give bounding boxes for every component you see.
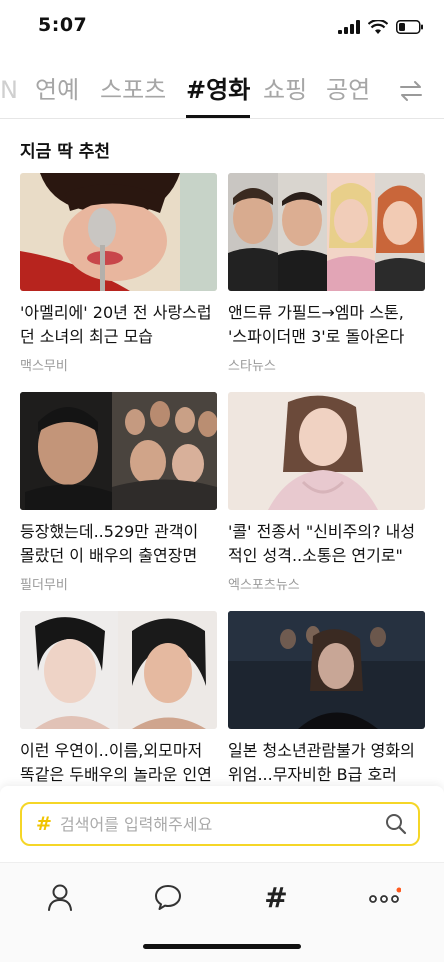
signal-icon <box>338 20 360 34</box>
article-title: 등장했는데..529만 관객이 몰랐던 이 배우의 출연장면 <box>20 522 199 565</box>
article-thumbnail <box>228 611 425 729</box>
article-thumbnail <box>228 392 425 510</box>
article-thumbnail <box>20 392 217 510</box>
tab-performance[interactable]: 공연 <box>326 70 370 116</box>
wifi-icon <box>368 19 388 34</box>
search-input[interactable] <box>58 804 382 845</box>
tab-movie[interactable]: #영화 <box>186 70 250 116</box>
article-card[interactable]: 이런 우연이..이름,외모마저 똑같은 두배우의 놀라운 인연 <box>20 611 217 787</box>
article-title: '아멜리에' 20년 전 사랑스럽던 소녀의 최근 모습 <box>20 303 212 346</box>
article-title: 일본 청소년관람불가 영화의 위엄...무자비한 B급 호러 <box>228 741 415 784</box>
search-box[interactable]: # <box>20 802 420 846</box>
article-thumbnail <box>228 173 425 291</box>
swap-arrows-icon[interactable] <box>398 78 424 104</box>
nav-chat[interactable] <box>148 879 188 915</box>
person-icon <box>48 884 72 911</box>
battery-icon <box>396 20 423 34</box>
tab-entertainment[interactable]: 연예 <box>35 70 79 116</box>
article-source: 필더무비 <box>20 578 68 593</box>
article-title: 이런 우연이..이름,외모마저 똑같은 두배우의 놀라운 인연 <box>20 741 212 784</box>
tab-sports[interactable]: 스포츠 <box>100 70 166 116</box>
nav-hashtag[interactable]: # <box>256 879 296 915</box>
nav-profile[interactable] <box>40 879 80 915</box>
article-card[interactable]: 앤드류 가필드→엠마 스톤, '스파이더맨 3'로 돌아온다 스타뉴스 <box>228 173 425 374</box>
tab-shopping[interactable]: 쇼핑 <box>263 70 307 116</box>
active-tab-indicator <box>186 115 250 118</box>
status-bar: 5:07 <box>0 0 444 56</box>
article-title: 앤드류 가필드→엠마 스톤, '스파이더맨 3'로 돌아온다 <box>228 303 405 346</box>
article-source: 맥스무비 <box>20 359 68 374</box>
article-card[interactable]: 일본 청소년관람불가 영화의 위엄...무자비한 B급 호러 <box>228 611 425 787</box>
hashtag-icon: # <box>264 880 288 914</box>
chat-bubble-icon <box>155 885 181 910</box>
status-time: 5:07 <box>38 14 88 36</box>
nav-more[interactable] <box>364 879 404 915</box>
search-area: # <box>0 786 444 862</box>
article-thumbnail <box>20 611 217 729</box>
category-tabs: N 연예 스포츠 #영화 쇼핑 공연 <box>0 70 444 119</box>
article-card[interactable]: 등장했는데..529만 관객이 몰랐던 이 배우의 출연장면 필더무비 <box>20 392 217 593</box>
article-title: '콜' 전종서 "신비주의? 내성적인 성격..소통은 연기로" <box>228 522 416 565</box>
article-thumbnail <box>20 173 217 291</box>
hash-icon: # <box>36 813 52 835</box>
search-icon[interactable] <box>384 812 408 836</box>
section-title: 지금 딱 추천 <box>20 142 111 162</box>
article-source: 스타뉴스 <box>228 359 276 374</box>
article-card[interactable]: '아멜리에' 20년 전 사랑스럽던 소녀의 최근 모습 맥스무비 <box>20 173 217 374</box>
more-icon <box>369 887 401 903</box>
home-indicator <box>143 944 301 949</box>
article-card[interactable]: '콜' 전종서 "신비주의? 내성적인 성격..소통은 연기로" 엑스포츠뉴스 <box>228 392 425 593</box>
status-icons <box>338 18 424 36</box>
tab-news-partial[interactable]: N <box>0 70 18 116</box>
article-source: 엑스포츠뉴스 <box>228 578 300 593</box>
